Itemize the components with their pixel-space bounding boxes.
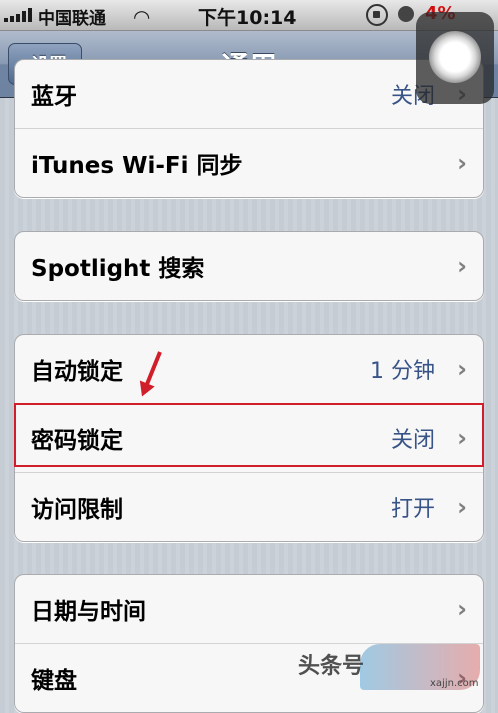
- settings-group-security: 自动锁定 1 分钟 › 密码锁定 关闭 › 访问限制 打开 ›: [14, 334, 484, 542]
- settings-row-spotlight-search[interactable]: Spotlight 搜索 ›: [15, 232, 483, 300]
- signal-strength-icon: [4, 8, 32, 22]
- chevron-right-icon: ›: [457, 252, 467, 280]
- assistive-touch-button[interactable]: [416, 12, 494, 104]
- watermark-site: xajjn.com: [430, 678, 479, 689]
- settings-group-connectivity: 蓝牙 关闭 › iTunes Wi-Fi 同步 ›: [14, 59, 484, 198]
- settings-row-itunes-wifi-sync[interactable]: iTunes Wi-Fi 同步 ›: [15, 129, 483, 197]
- chevron-right-icon: ›: [457, 149, 467, 177]
- row-value: 打开: [390, 497, 435, 522]
- row-label: iTunes Wi-Fi 同步: [31, 153, 243, 179]
- settings-row-bluetooth[interactable]: 蓝牙 关闭 ›: [15, 60, 483, 129]
- settings-row-restrictions[interactable]: 访问限制 打开 ›: [15, 473, 483, 541]
- row-label: 蓝牙: [31, 84, 77, 110]
- alarm-icon: [398, 6, 414, 22]
- carrier-name: 中国联通: [38, 9, 106, 29]
- chevron-right-icon: ›: [457, 424, 467, 452]
- watermark-text: 头条号: [298, 654, 365, 679]
- settings-row-passcode-lock[interactable]: 密码锁定 关闭 ›: [15, 404, 483, 473]
- chevron-right-icon: ›: [457, 355, 467, 383]
- orientation-lock-icon: [366, 4, 388, 26]
- chevron-right-icon: ›: [457, 493, 467, 521]
- settings-group-spotlight: Spotlight 搜索 ›: [14, 231, 484, 301]
- settings-row-date-time[interactable]: 日期与时间 ›: [15, 575, 483, 644]
- row-value: 关闭: [390, 428, 435, 453]
- row-label: 键盘: [31, 668, 77, 694]
- row-label: 自动锁定: [31, 359, 123, 385]
- settings-row-auto-lock[interactable]: 自动锁定 1 分钟 ›: [15, 335, 483, 404]
- row-label: 密码锁定: [31, 428, 123, 454]
- chevron-right-icon: ›: [457, 595, 467, 623]
- row-label: 日期与时间: [31, 599, 146, 625]
- row-value: 1 分钟: [370, 359, 435, 384]
- row-label: 访问限制: [31, 497, 123, 523]
- wifi-icon: ◠: [134, 5, 150, 29]
- row-label: Spotlight 搜索: [31, 256, 205, 282]
- status-time: 下午10:14: [198, 7, 297, 29]
